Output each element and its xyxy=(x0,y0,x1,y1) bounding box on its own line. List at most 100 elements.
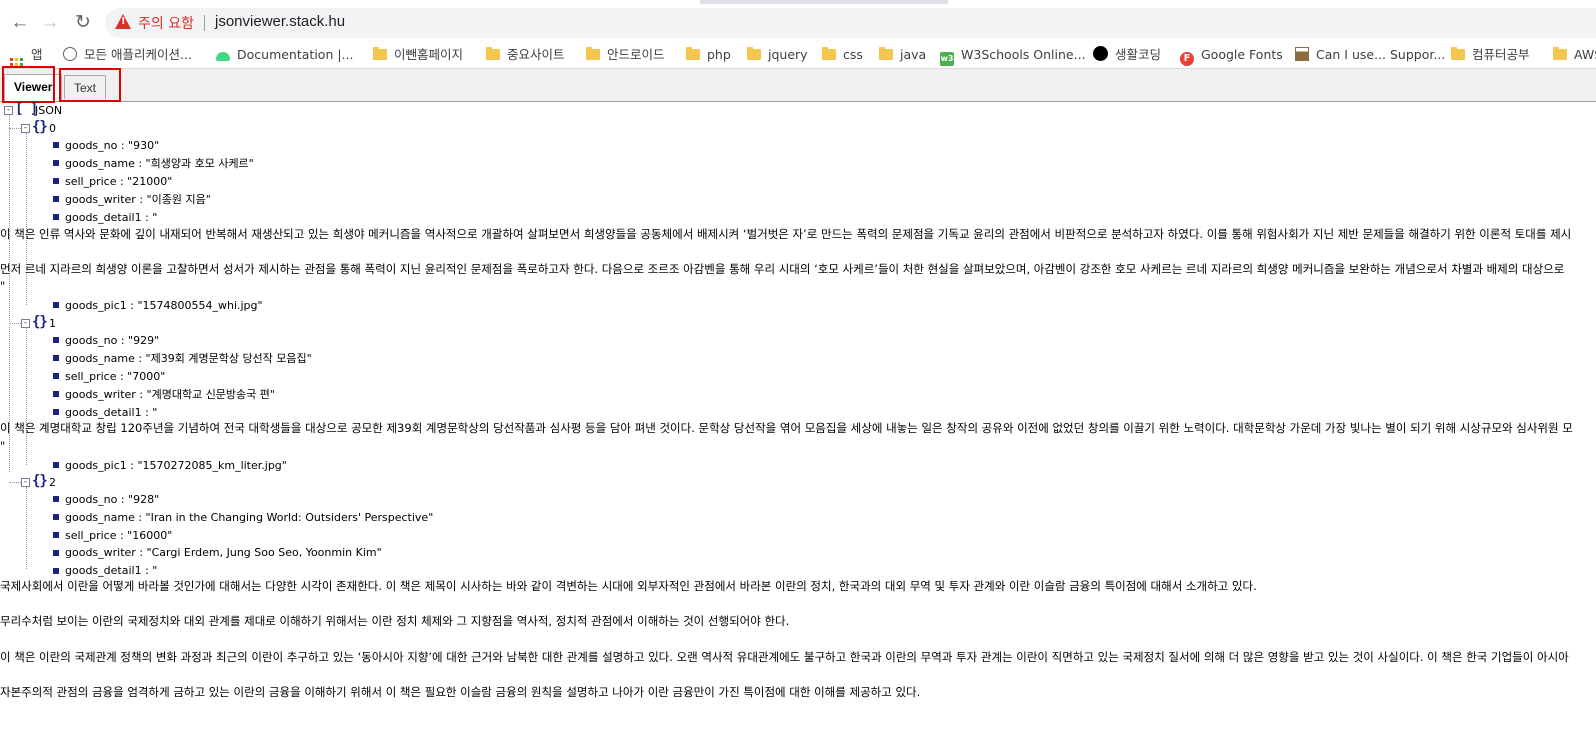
bookmark-label: java xyxy=(900,47,927,62)
tree-field[interactable]: goods_no : "929" xyxy=(65,332,159,349)
bookmarks-bar: 앱 모든 애플리케이션... Documentation |... 이뺀홈페이지… xyxy=(0,42,1596,72)
bookmark-label: Google Fonts xyxy=(1201,47,1283,62)
bookmark-apps[interactable]: 앱 xyxy=(10,45,43,72)
bookmark-documentation[interactable]: Documentation |... xyxy=(216,45,353,65)
bookmark-folder-android[interactable]: 안드로이드 xyxy=(586,45,665,65)
bookmark-label: css xyxy=(843,47,863,62)
tree-field[interactable]: goods_writer : "이종원 지음" xyxy=(65,191,211,208)
detail-text-line: 자본주의적 관점의 금융을 엄격하게 금하고 있는 이란의 금융을 이해하기 위… xyxy=(0,685,921,699)
tree-node-1[interactable]: 1 xyxy=(49,315,56,332)
tree-guide xyxy=(26,487,27,569)
black-circle-icon xyxy=(1093,46,1108,61)
value-icon xyxy=(53,550,59,556)
tree-field[interactable]: sell_price : "7000" xyxy=(65,368,165,385)
bookmark-label: AWS xyxy=(1574,47,1596,62)
array-icon: [ ] xyxy=(15,101,38,117)
back-arrow-icon[interactable]: ← xyxy=(8,12,32,34)
globe-icon xyxy=(63,47,77,61)
bookmark-label: 컴퓨터공부 xyxy=(1472,47,1530,62)
tree-field[interactable]: goods_detail1 : " xyxy=(65,562,157,579)
url-text[interactable]: jsonviewer.stack.hu xyxy=(215,13,345,30)
tree-field[interactable]: goods_name : "희생양과 호모 사케르" xyxy=(65,155,254,172)
bookmark-label: Can I use... Suppor... xyxy=(1316,47,1446,62)
warning-icon[interactable] xyxy=(115,14,131,29)
tree-node-0[interactable]: 0 xyxy=(49,120,56,137)
value-icon xyxy=(53,142,59,148)
folder-icon xyxy=(686,47,700,60)
value-icon xyxy=(53,196,59,202)
collapse-toggle-0[interactable]: - xyxy=(21,124,30,133)
detail-text-line: 이 책은 계명대학교 창립 120주년을 기념하여 전국 대학생들을 대상으로 … xyxy=(0,421,1573,435)
browser-toolbar: ← → ↻ 주의 요함 jsonviewer.stack.hu xyxy=(0,0,1596,45)
folder-icon xyxy=(822,47,836,60)
tree-field[interactable]: goods_detail1 : " xyxy=(65,404,157,421)
value-icon xyxy=(53,409,59,415)
tab-text[interactable]: Text xyxy=(64,75,107,99)
bookmark-folder-jquery[interactable]: jquery xyxy=(747,45,808,65)
bookmark-label: Documentation |... xyxy=(237,47,354,62)
folder-icon xyxy=(486,47,500,60)
value-icon xyxy=(53,462,59,468)
bookmark-w3schools[interactable]: w3 W3Schools Online... xyxy=(940,45,1086,66)
tree-field[interactable]: goods_no : "930" xyxy=(65,137,159,154)
tree-field[interactable]: goods_pic1 : "1574800554_whi.jpg" xyxy=(65,297,263,314)
tree-field[interactable]: goods_name : "Iran in the Changing World… xyxy=(65,509,433,526)
collapse-toggle-2[interactable]: - xyxy=(21,478,30,487)
bookmark-folder-php[interactable]: php xyxy=(686,45,731,65)
folder-icon xyxy=(373,47,387,60)
bookmark-folder-important[interactable]: 중요사이트 xyxy=(486,45,565,65)
tree-field[interactable]: goods_name : "제39회 계명문학상 당선작 모음집" xyxy=(65,350,312,367)
bookmark-google-fonts[interactable]: F Google Fonts xyxy=(1180,45,1283,66)
tree-field[interactable]: goods_detail1 : " xyxy=(65,209,157,226)
google-fonts-icon: F xyxy=(1180,52,1194,66)
bookmark-folder-aws[interactable]: AWS xyxy=(1553,45,1596,65)
value-icon xyxy=(53,178,59,184)
tree-guide xyxy=(26,133,27,305)
tree-field[interactable]: goods_pic1 : "1570272085_km_liter.jpg" xyxy=(65,457,287,474)
tree-field[interactable]: goods_writer : "Cargi Erdem, Jung Soo Se… xyxy=(65,544,382,561)
detail-text-line: 무리수처럼 보이는 이란의 국제정치와 대외 관계를 제대로 이해하기 위해서는… xyxy=(0,614,790,628)
tree-guide xyxy=(9,115,10,472)
value-icon xyxy=(53,337,59,343)
tree-guide xyxy=(9,128,21,129)
folder-icon xyxy=(1451,47,1465,60)
bookmark-caniuse[interactable]: Can I use... Suppor... xyxy=(1295,45,1445,65)
bookmark-label: 중요사이트 xyxy=(507,47,565,62)
bookmark-label: 안드로이드 xyxy=(607,47,665,62)
tree-node-root[interactable]: JSON xyxy=(35,102,62,119)
collapse-toggle-root[interactable]: - xyxy=(4,106,13,115)
value-icon xyxy=(53,391,59,397)
security-warning-label[interactable]: 주의 요함 xyxy=(138,13,194,33)
object-icon: {} xyxy=(32,314,48,330)
bookmark-label: jquery xyxy=(768,47,808,62)
tree-guide xyxy=(9,323,21,324)
bookmark-folder-css[interactable]: css xyxy=(822,45,863,65)
forward-arrow-icon[interactable]: → xyxy=(38,12,62,34)
tab-viewer[interactable]: Viewer xyxy=(4,74,63,101)
tree-field[interactable]: sell_price : "16000" xyxy=(65,527,172,544)
w3schools-icon: w3 xyxy=(940,52,954,66)
value-icon xyxy=(53,302,59,308)
folder-icon xyxy=(586,47,600,60)
bookmark-all-apps[interactable]: 모든 애플리케이션... xyxy=(63,45,192,65)
tab-strip xyxy=(0,0,1596,4)
tree-field[interactable]: sell_price : "21000" xyxy=(65,173,172,190)
bookmark-opentutorials[interactable]: 생활코딩 xyxy=(1093,45,1161,65)
reload-icon[interactable]: ↻ xyxy=(71,12,95,34)
bookmark-label: 이뺀홈페이지 xyxy=(394,47,464,62)
bookmark-folder-java[interactable]: java xyxy=(879,45,926,65)
tree-field[interactable]: goods_writer : "계명대학교 신문방송국 편" xyxy=(65,386,275,403)
bookmark-folder-homepage[interactable]: 이뺀홈페이지 xyxy=(373,45,463,65)
tree-node-2[interactable]: 2 xyxy=(49,474,56,491)
object-icon: {} xyxy=(32,473,48,489)
bookmark-folder-cs[interactable]: 컴퓨터공부 xyxy=(1451,45,1530,65)
address-bar[interactable]: 주의 요함 jsonviewer.stack.hu xyxy=(105,8,1596,38)
android-icon xyxy=(216,52,230,61)
caniuse-icon xyxy=(1295,47,1309,61)
tree-field[interactable]: goods_no : "928" xyxy=(65,491,159,508)
value-icon xyxy=(53,496,59,502)
collapse-toggle-1[interactable]: - xyxy=(21,319,30,328)
bookmark-label: php xyxy=(707,47,731,62)
bookmark-label: W3Schools Online... xyxy=(961,47,1086,62)
bookmark-label: 모든 애플리케이션... xyxy=(84,47,192,62)
